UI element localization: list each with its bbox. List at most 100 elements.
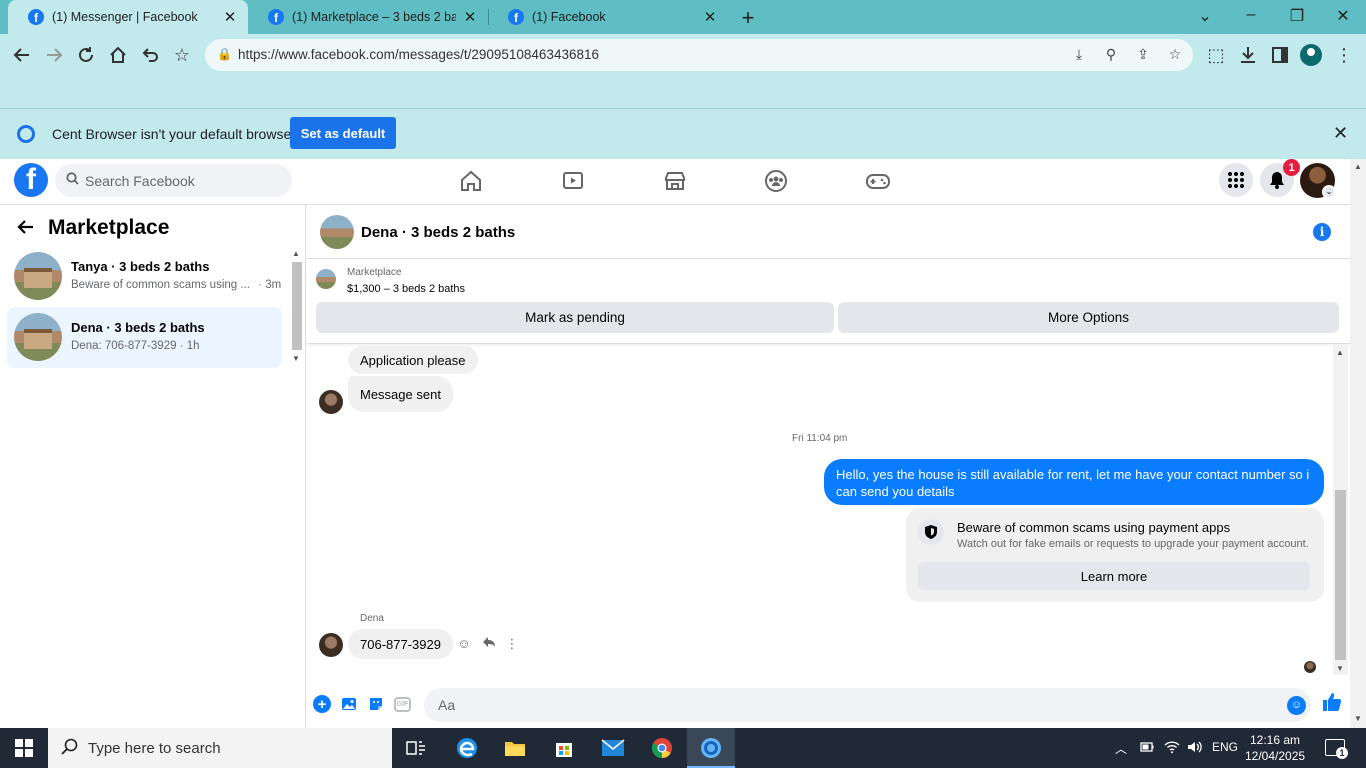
scroll-thumb[interactable] <box>292 262 302 350</box>
language-indicator[interactable]: ENG <box>1212 740 1238 754</box>
scroll-up-icon[interactable]: ▲ <box>1336 348 1344 357</box>
cent-browser-taskbar-icon[interactable] <box>687 728 735 768</box>
show-hidden-icons-icon[interactable]: ︿ <box>1115 740 1127 757</box>
message-bubble[interactable]: 706-877-3929 <box>348 629 453 659</box>
minimize-icon[interactable]: – <box>1241 6 1261 24</box>
chat-avatar[interactable] <box>320 215 354 249</box>
share-icon[interactable]: ⇪ <box>1134 46 1152 64</box>
tab-messenger[interactable]: f (1) Messenger | Facebook ✕ <box>8 0 248 34</box>
scam-warning-title: Beware of common scams using payment app… <box>957 520 1231 535</box>
edge-browser-icon[interactable] <box>443 728 491 768</box>
chat-scrollbar[interactable]: ▲ ▼ <box>1333 345 1348 675</box>
forward-icon[interactable] <box>43 44 65 66</box>
message-bubble[interactable]: Message sent <box>348 376 453 412</box>
download-icon[interactable] <box>1237 44 1259 66</box>
close-tab-icon[interactable]: ✕ <box>222 8 238 26</box>
task-view-icon[interactable] <box>392 728 440 768</box>
menu-grid-icon[interactable] <box>1219 163 1253 197</box>
facebook-search-input[interactable]: Search Facebook <box>55 164 292 197</box>
scroll-down-icon[interactable]: ▼ <box>292 354 300 363</box>
scroll-up-icon[interactable]: ▲ <box>292 249 300 258</box>
infobar-text: Cent Browser isn't your default browser <box>52 126 296 142</box>
more-actions-icon[interactable]: ⋮ <box>504 636 520 652</box>
more-options-button[interactable]: More Options <box>838 302 1339 333</box>
conversation-item-tanya[interactable]: Tanya · 3 beds 2 baths Beware of common … <box>7 246 282 307</box>
conversation-name: Tanya · 3 beds 2 baths <box>71 259 210 274</box>
seen-receipt-avatar <box>1304 661 1316 673</box>
sender-avatar[interactable] <box>319 633 343 657</box>
photo-icon[interactable] <box>340 695 358 713</box>
back-arrow-icon[interactable] <box>16 218 34 242</box>
facebook-logo-icon[interactable]: f <box>14 163 48 197</box>
gaming-nav-icon[interactable] <box>865 168 891 194</box>
taskbar-search-input[interactable]: Type here to search <box>48 728 392 768</box>
scroll-down-icon[interactable]: ▼ <box>1354 714 1362 723</box>
browser-toolbar: ☆ 🔒 https://www.facebook.com/messages/t/… <box>0 34 1366 76</box>
learn-more-button[interactable]: Learn more <box>918 562 1310 590</box>
marketplace-nav-icon[interactable] <box>662 168 688 194</box>
message-bubble[interactable]: Application please <box>348 346 478 374</box>
conversations-scrollbar[interactable]: ▲ ▼ <box>290 246 303 368</box>
bookmark-star-icon[interactable]: ☆ <box>171 44 193 66</box>
close-tab-icon[interactable]: ✕ <box>702 8 718 26</box>
set-as-default-button[interactable]: Set as default <box>290 117 396 149</box>
listing-thumbnail <box>316 269 336 289</box>
clock-time: 12:16 am <box>1249 733 1301 747</box>
scroll-up-icon[interactable]: ▲ <box>1354 162 1362 171</box>
action-center-icon[interactable]: 1 <box>1325 739 1348 759</box>
close-tab-icon[interactable]: ✕ <box>462 8 478 26</box>
undo-close-icon[interactable] <box>139 44 161 66</box>
info-icon[interactable]: i <box>1313 223 1331 241</box>
home-nav-icon[interactable] <box>458 168 484 194</box>
listing-title[interactable]: $1,300 – 3 beds 2 baths <box>347 283 465 295</box>
side-panel-icon[interactable] <box>1269 44 1291 66</box>
video-nav-icon[interactable] <box>560 168 586 194</box>
system-clock[interactable]: 12:16 am 12/04/2025 <box>1245 732 1305 764</box>
tab-marketplace[interactable]: f (1) Marketplace – 3 beds 2 baths ✕ <box>248 0 488 34</box>
profile-icon[interactable] <box>1300 44 1322 66</box>
restore-icon[interactable]: ❐ <box>1287 6 1307 26</box>
file-explorer-icon[interactable] <box>491 728 539 768</box>
volume-icon[interactable] <box>1187 740 1203 757</box>
menu-kebab-icon[interactable]: ⋮ <box>1333 44 1355 66</box>
react-emoji-icon[interactable]: ☺ <box>456 636 472 651</box>
screenshot-icon[interactable]: ⬚ <box>1205 44 1227 66</box>
install-icon[interactable]: ⤓ <box>1070 46 1088 64</box>
message-input[interactable] <box>424 688 1311 722</box>
page-scrollbar[interactable]: ▲ ▼ <box>1350 159 1366 728</box>
windows-start-icon[interactable] <box>0 728 48 768</box>
home-icon[interactable] <box>107 44 129 66</box>
emoji-icon[interactable]: ☺ <box>1287 696 1306 715</box>
close-infobar-icon[interactable]: ✕ <box>1333 123 1348 144</box>
gif-icon[interactable]: GIF <box>394 697 411 712</box>
scroll-down-icon[interactable]: ▼ <box>1336 664 1344 673</box>
zoom-icon[interactable]: ⚲ <box>1102 46 1120 64</box>
chevron-down-icon[interactable]: ⌄ <box>1322 185 1336 199</box>
chat-title[interactable]: Dena · 3 beds 2 baths <box>361 224 515 241</box>
mail-icon[interactable] <box>589 728 637 768</box>
tab-search-chevron-icon[interactable]: ⌄ <box>1195 6 1215 26</box>
sender-avatar[interactable] <box>319 390 343 414</box>
outgoing-message-bubble[interactable]: Hello, yes the house is still available … <box>824 459 1324 505</box>
plus-icon[interactable]: + <box>313 695 331 713</box>
star-icon[interactable]: ☆ <box>1166 46 1184 64</box>
preview-time: · 1h <box>179 340 200 352</box>
address-bar[interactable]: 🔒 https://www.facebook.com/messages/t/29… <box>205 39 1193 71</box>
back-icon[interactable] <box>11 44 33 66</box>
battery-icon[interactable] <box>1140 740 1154 757</box>
reload-icon[interactable] <box>75 44 97 66</box>
conversation-item-dena[interactable]: Dena · 3 beds 2 baths Dena: 706-877-3929… <box>7 307 282 368</box>
groups-nav-icon[interactable] <box>763 168 789 194</box>
microsoft-store-icon[interactable] <box>540 728 588 768</box>
reply-icon[interactable] <box>481 636 497 651</box>
scroll-thumb[interactable] <box>1335 490 1346 660</box>
chrome-icon[interactable] <box>638 728 686 768</box>
sticker-icon[interactable] <box>367 695 385 713</box>
thumbs-up-icon[interactable] <box>1320 692 1344 716</box>
listing-thumbnail <box>14 313 62 361</box>
close-window-icon[interactable]: ✕ <box>1333 6 1353 26</box>
tab-facebook[interactable]: f (1) Facebook ✕ <box>488 0 728 34</box>
wifi-icon[interactable] <box>1164 740 1180 757</box>
mark-as-pending-button[interactable]: Mark as pending <box>316 302 834 333</box>
new-tab-icon[interactable]: + <box>737 5 759 31</box>
